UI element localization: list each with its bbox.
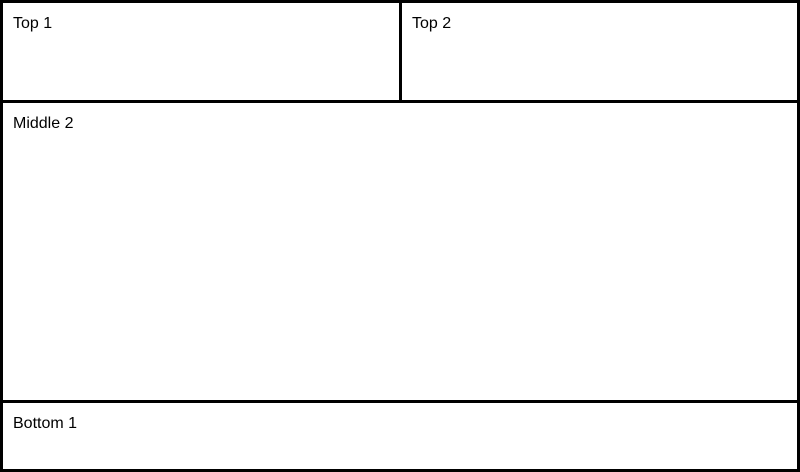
panel-label: Bottom 1 [13,415,78,432]
panel-middle-2: Middle 2 [0,100,800,404]
layout-frame: Top 1 Top 2 Middle 2 Bottom 1 [0,0,800,472]
panel-bottom-1: Bottom 1 [0,400,800,472]
panel-top-2: Top 2 [399,0,800,103]
panel-label: Top 2 [412,15,452,32]
panel-label: Middle 2 [13,115,74,132]
panel-top-1: Top 1 [0,0,402,103]
panel-label: Top 1 [13,15,53,32]
